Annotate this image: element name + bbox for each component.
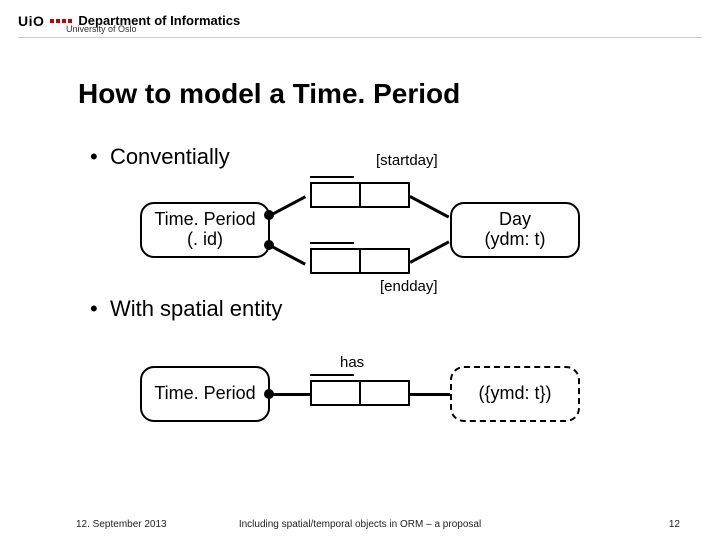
bullet-conventionally-text: Conventially — [110, 144, 230, 169]
entity-day-label: Day — [499, 210, 531, 230]
rolepair-endday — [310, 248, 410, 274]
reading-endday: [endday] — [380, 278, 438, 295]
diagram-spatial: Time. Period ({ymd: t}) has — [140, 334, 580, 434]
value-ymd: ({ymd: t}) — [450, 366, 580, 422]
footer-date: 12. September 2013 — [76, 519, 167, 530]
diagram-conventional: Time. Period (. id) Day (ydm: t) [startd… — [140, 170, 580, 290]
connector-line — [410, 393, 450, 396]
mandatory-dot-icon — [264, 240, 274, 250]
bullet-spatial-text: With spatial entity — [110, 296, 282, 321]
entity-timeperiod-label: Time. Period — [154, 210, 255, 230]
entity-day: Day (ydm: t) — [450, 202, 580, 258]
role-cell — [361, 382, 408, 404]
bullet-spatial: • With spatial entity — [90, 296, 282, 322]
reading-has: has — [340, 354, 364, 371]
reading-startday: [startday] — [376, 152, 438, 169]
entity-timeperiod-2: Time. Period — [140, 366, 270, 422]
connector-line — [409, 240, 449, 263]
slide: UiO Department of Informatics University… — [0, 0, 720, 540]
rolepair-startday — [310, 182, 410, 208]
entity-timeperiod: Time. Period (. id) — [140, 202, 270, 258]
entity-timeperiod-2-label: Time. Period — [154, 384, 255, 404]
entity-timeperiod-ref: (. id) — [187, 230, 223, 250]
connector-line — [409, 195, 449, 218]
role-cell — [312, 250, 361, 272]
page-title: How to model a Time. Period — [78, 78, 460, 110]
connector-line — [269, 195, 305, 216]
role-cell — [361, 184, 408, 206]
university-name: University of Oslo — [66, 24, 137, 34]
footer-page-number: 12 — [669, 519, 680, 530]
uniqueness-bar-top — [310, 176, 354, 178]
role-cell — [361, 250, 408, 272]
mandatory-dot-icon — [264, 210, 274, 220]
uniqueness-bar-bottom — [310, 242, 354, 244]
role-cell — [312, 184, 361, 206]
connector-line — [269, 244, 305, 265]
footer-title: Including spatial/temporal objects in OR… — [239, 519, 481, 530]
connector-line — [270, 393, 310, 396]
entity-day-ref: (ydm: t) — [485, 230, 546, 250]
value-ymd-label: ({ymd: t}) — [478, 384, 551, 404]
role-cell — [312, 382, 361, 404]
bullet-conventionally: • Conventially — [90, 144, 230, 170]
logo-text: UiO — [18, 13, 44, 29]
uniqueness-bar-has — [310, 374, 354, 376]
rolepair-has — [310, 380, 410, 406]
mandatory-dot-icon — [264, 389, 274, 399]
logo-dots-icon — [50, 19, 72, 23]
